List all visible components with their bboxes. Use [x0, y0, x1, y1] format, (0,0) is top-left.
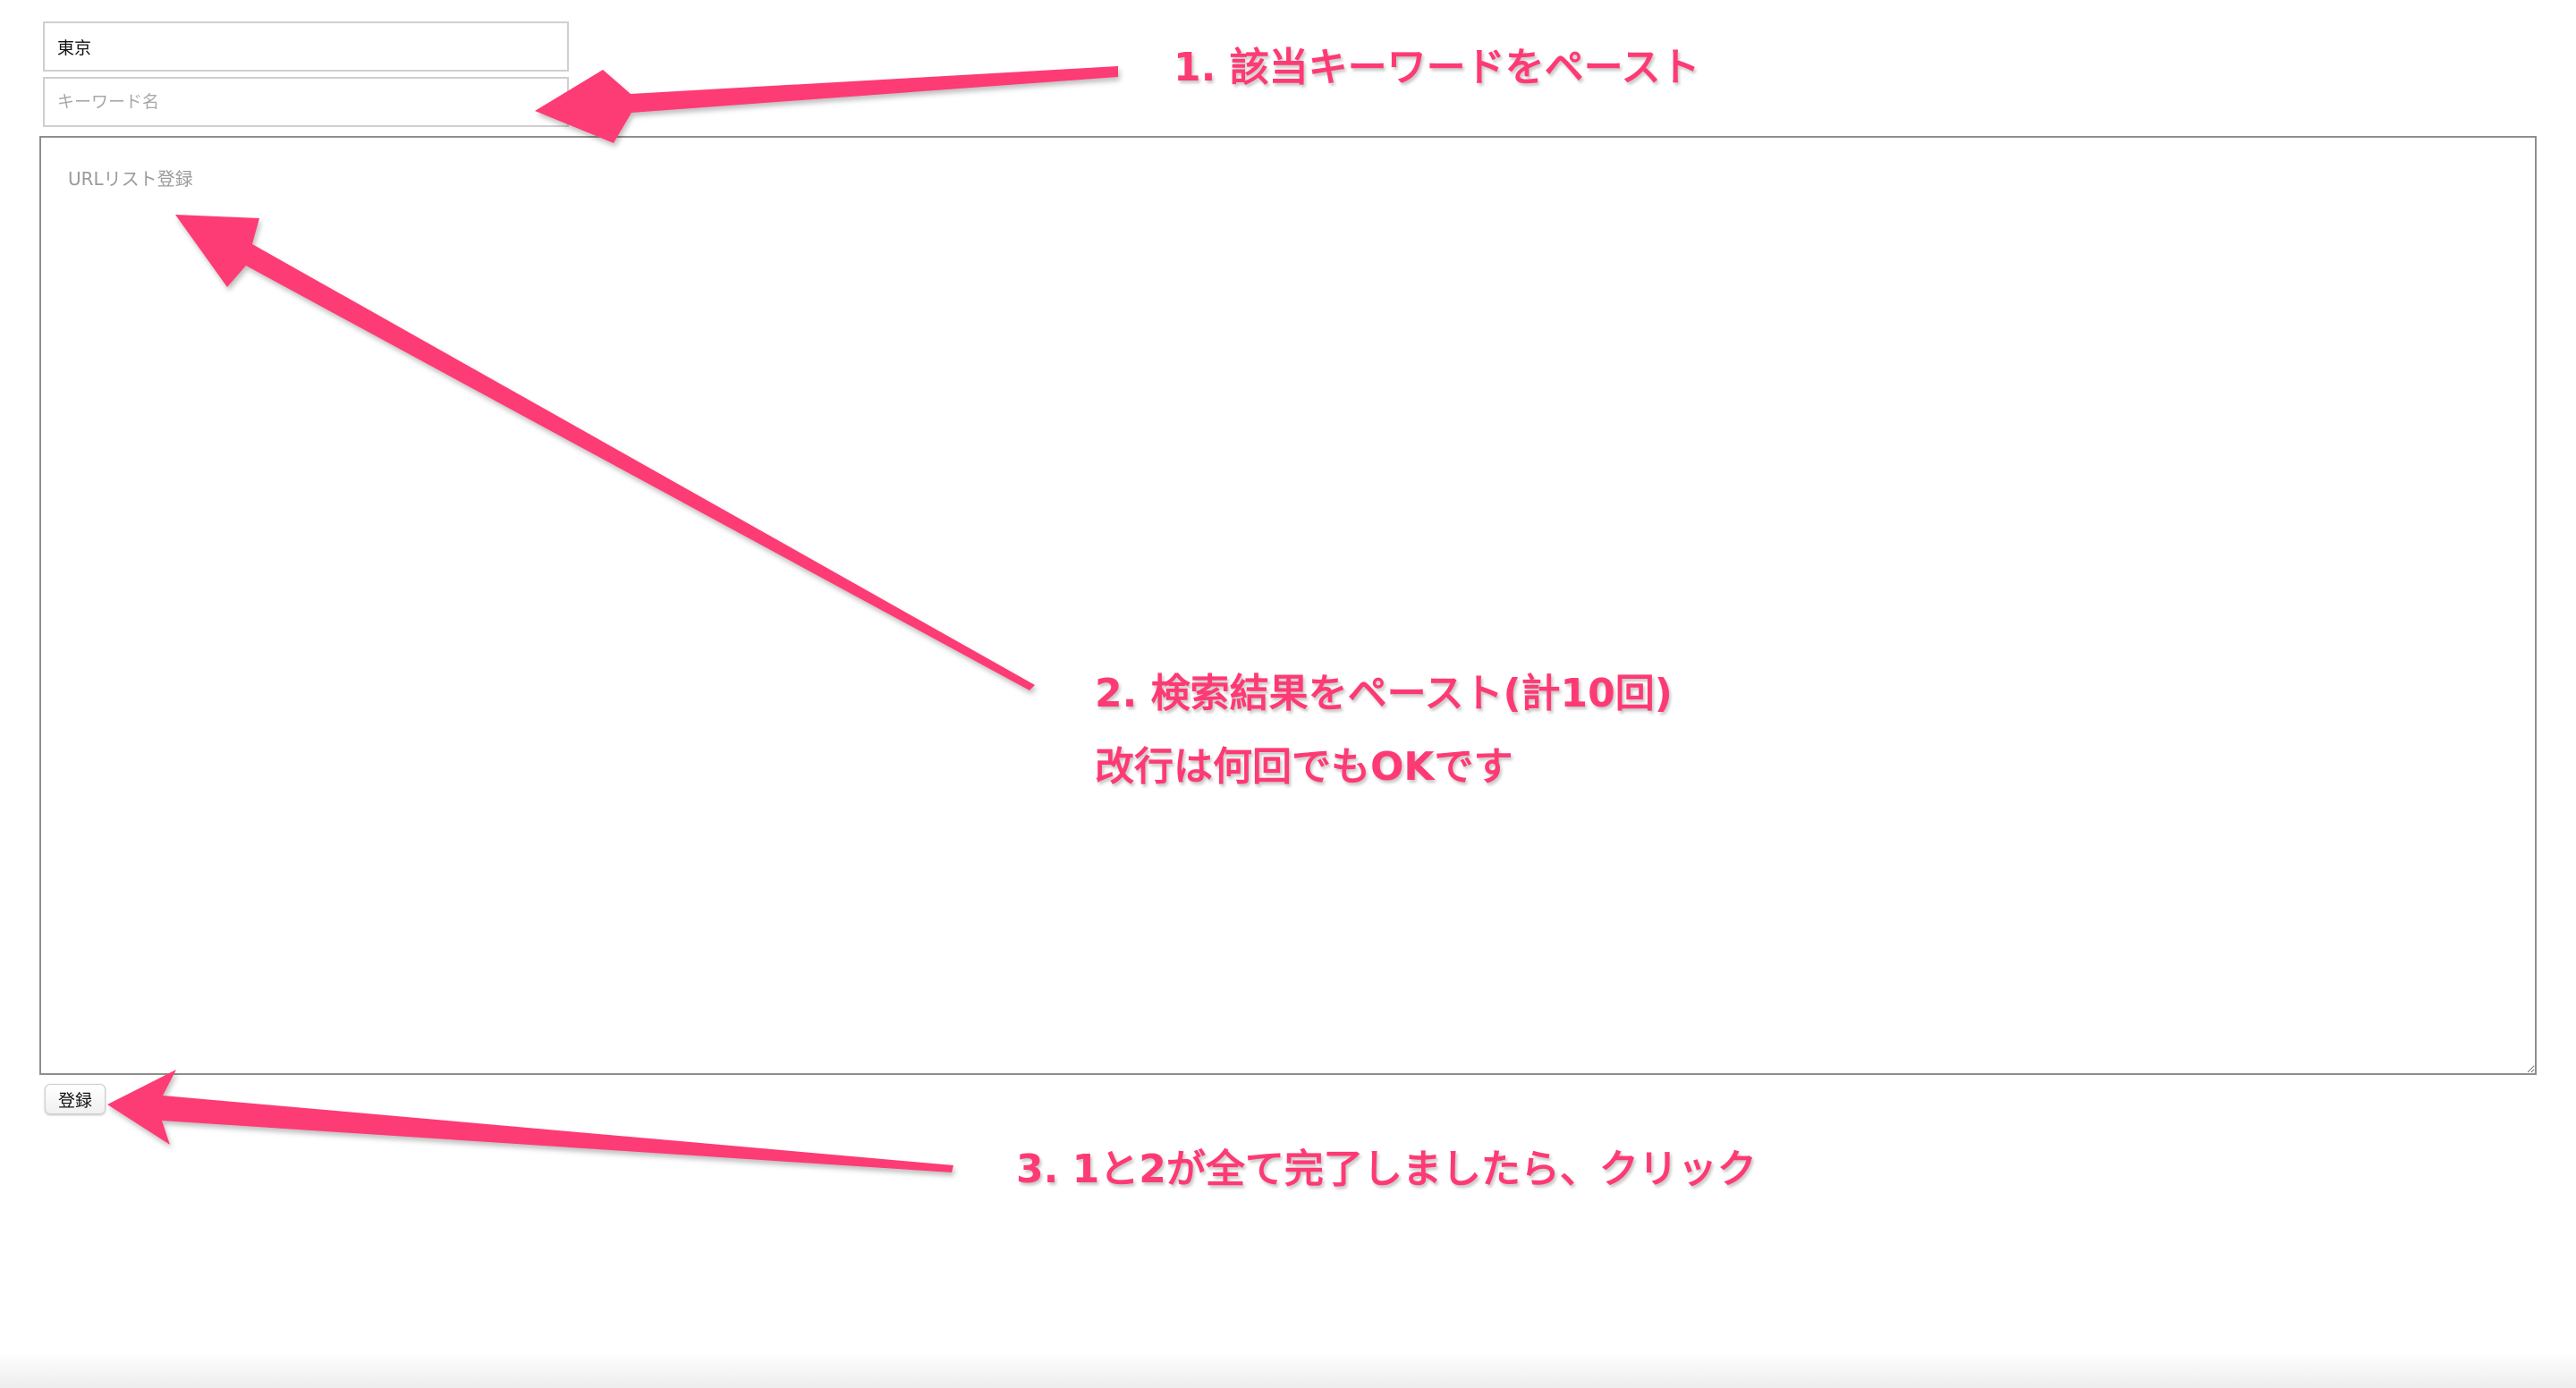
window-bottom-edge	[0, 1352, 2576, 1388]
url-list-textarea[interactable]	[39, 136, 2537, 1075]
register-button[interactable]: 登録	[45, 1084, 106, 1114]
arrow-to-register-button	[107, 1070, 953, 1172]
annotation-step-2-note: 改行は何回でもOKです	[1095, 744, 1513, 790]
arrow-to-keyword-field	[535, 66, 1118, 143]
annotation-step-3: 3. 1と2が全て完了しましたら、クリック	[1016, 1147, 1757, 1192]
keyword-value-input[interactable]	[43, 21, 569, 72]
keyword-name-input[interactable]	[43, 77, 569, 127]
annotation-step-2: 2. 検索結果をペースト(計10回)	[1095, 671, 1673, 716]
annotation-step-1: 1. 該当キーワードをペースト	[1174, 45, 1700, 90]
